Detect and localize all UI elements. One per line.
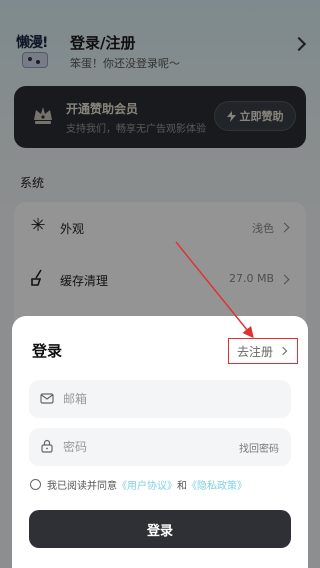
chevron-right-icon <box>278 346 288 356</box>
go-register-link[interactable]: 去注册 <box>228 338 298 364</box>
forgot-password-link[interactable]: 找回密码 <box>239 440 279 455</box>
agree-and: 和 <box>177 480 187 492</box>
agree-checkbox[interactable] <box>30 478 41 490</box>
login-button[interactable]: 登录 <box>29 510 291 548</box>
password-field[interactable]: 找回密码 <box>29 428 291 466</box>
password-input[interactable] <box>63 428 213 466</box>
login-sheet: 登录 去注册 找回密码 我已阅读并同意 《用户协议》 和 《隐私政策》 登录 <box>12 316 308 568</box>
user-agreement-link[interactable]: 《用户协议》 <box>117 477 177 492</box>
email-field[interactable] <box>29 380 291 418</box>
mail-icon <box>40 393 54 404</box>
privacy-policy-link[interactable]: 《隐私政策》 <box>187 477 247 492</box>
go-register-label: 去注册 <box>237 344 274 359</box>
agree-prefix: 我已阅读并同意 <box>47 480 117 492</box>
lock-icon <box>41 439 53 453</box>
agreement-row: 我已阅读并同意 《用户协议》 和 《隐私政策》 <box>30 476 300 492</box>
email-input[interactable] <box>63 380 213 418</box>
login-sheet-title: 登录 <box>32 342 63 360</box>
